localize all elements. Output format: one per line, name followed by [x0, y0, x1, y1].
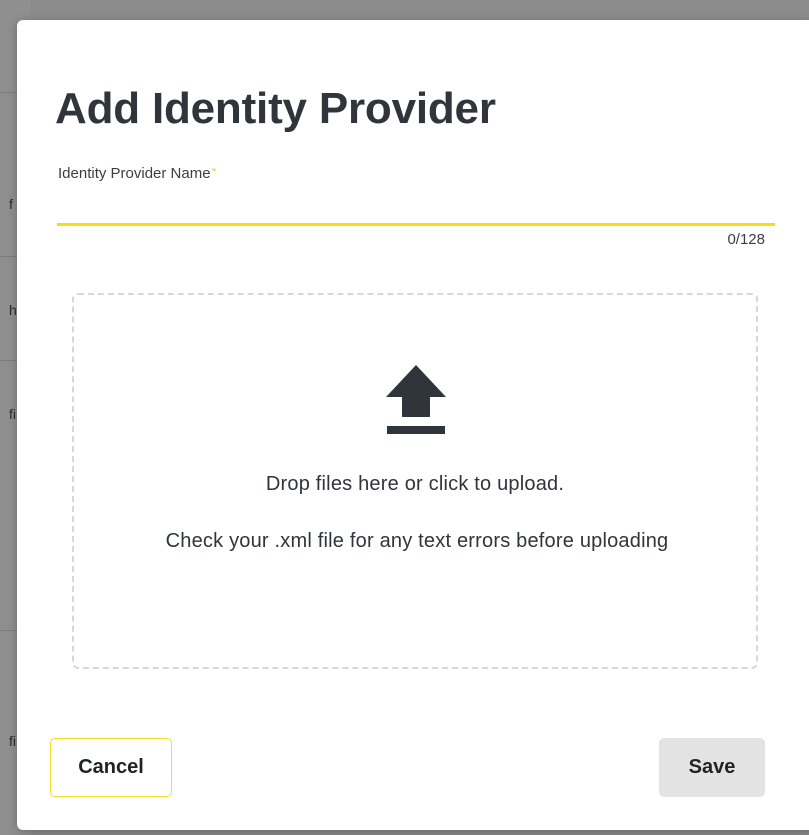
dropzone-primary-text: Drop files here or click to upload. [265, 473, 565, 495]
identity-provider-name-label: Identity Provider Name* [58, 165, 216, 182]
dialog-title: Add Identity Provider [55, 84, 496, 133]
background-text: h [9, 302, 17, 318]
save-button[interactable]: Save [659, 738, 765, 797]
field-label-text: Identity Provider Name [58, 165, 211, 182]
required-indicator: * [211, 165, 217, 179]
file-dropzone[interactable]: Drop files here or click to upload. Chec… [72, 293, 758, 669]
add-identity-provider-dialog: Add Identity Provider Identity Provider … [17, 20, 809, 830]
identity-provider-name-input[interactable] [57, 192, 775, 226]
background-text: fi [9, 406, 16, 422]
dropzone-hint-text: Check your .xml file for any text errors… [165, 530, 669, 552]
background-text: f [9, 196, 13, 212]
background-text: fi [9, 733, 16, 749]
character-counter: 0/128 [727, 231, 765, 248]
cancel-button[interactable]: Cancel [50, 738, 172, 797]
upload-icon [386, 365, 446, 434]
